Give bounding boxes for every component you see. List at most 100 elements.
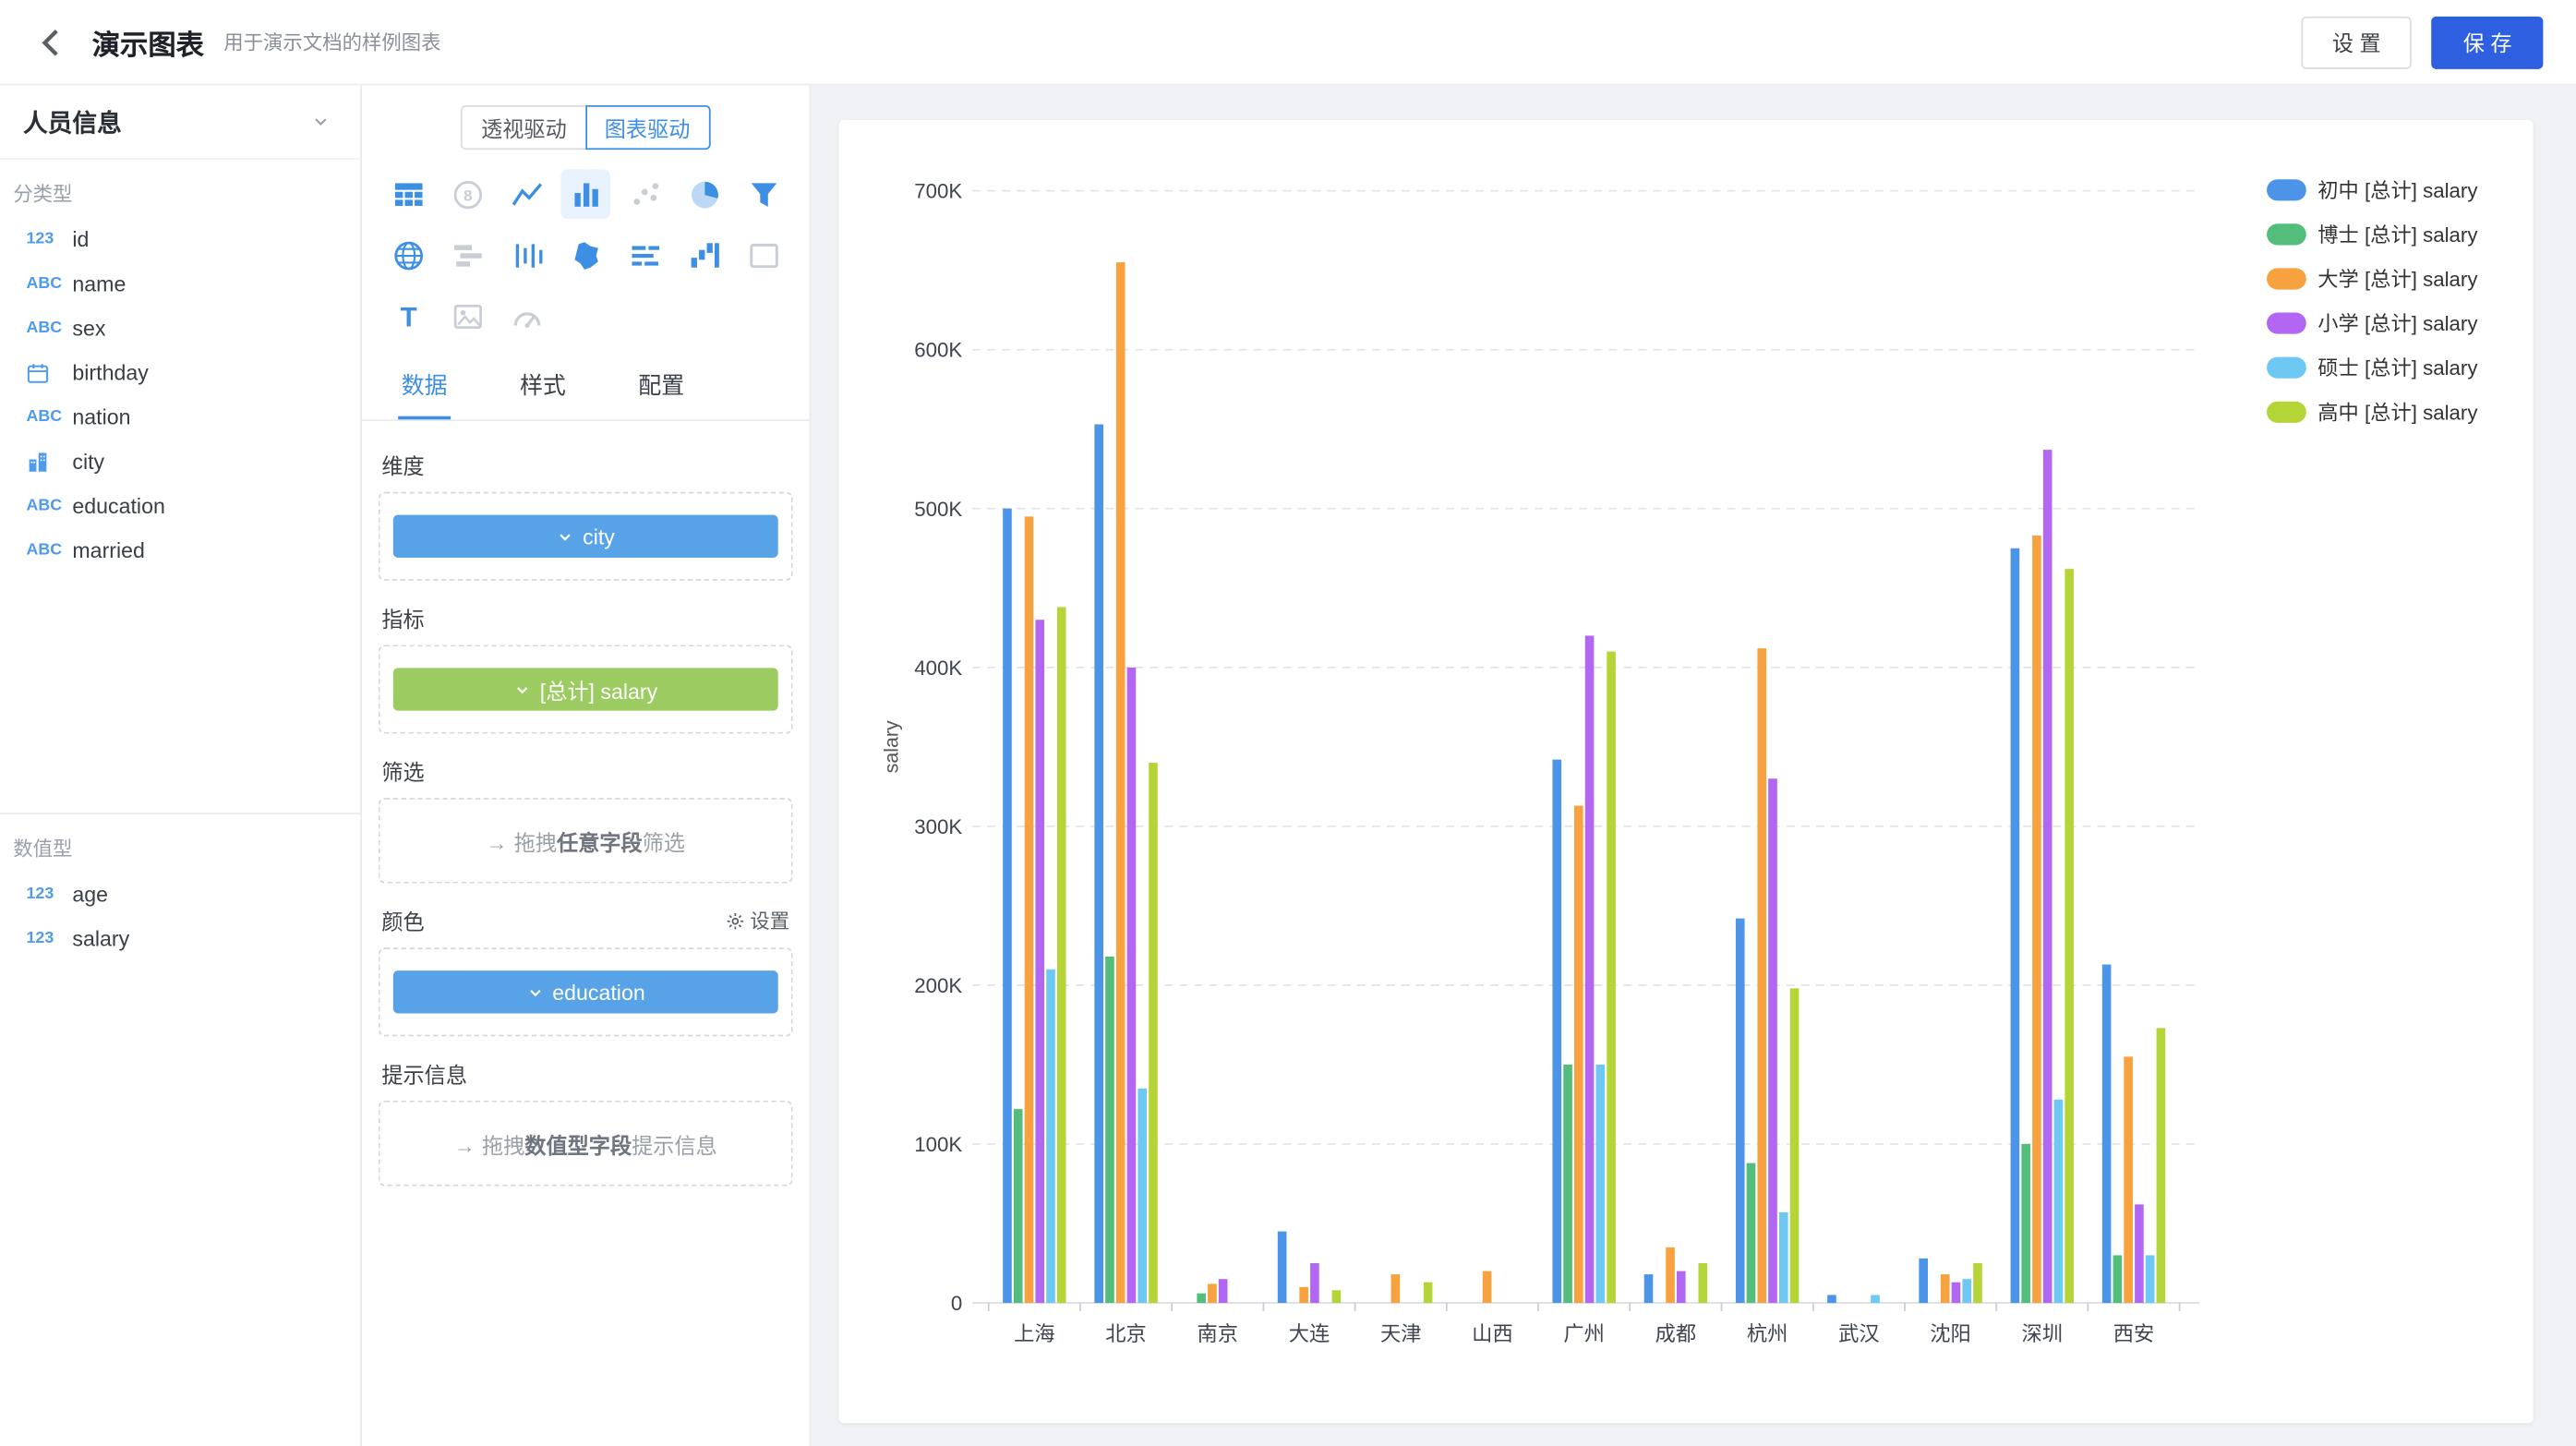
frame-chart-icon[interactable] [739, 230, 788, 279]
bar[interactable] [1127, 668, 1137, 1303]
bar[interactable] [2021, 1144, 2030, 1303]
field-item-id[interactable]: 123id [0, 217, 360, 261]
field-item-age[interactable]: 123age [0, 872, 360, 916]
bar[interactable] [1278, 1232, 1287, 1303]
image-chart-icon[interactable] [442, 291, 491, 340]
bar[interactable] [1105, 957, 1114, 1303]
tab-data[interactable]: 数据 [398, 354, 451, 419]
bar[interactable] [2135, 1204, 2144, 1303]
bar[interactable] [2146, 1255, 2155, 1303]
bar[interactable] [1116, 262, 1125, 1303]
legend-item[interactable]: 博士 [总计] salary [2267, 223, 2478, 247]
bar[interactable] [1607, 652, 1616, 1303]
bar[interactable] [1046, 970, 1055, 1303]
bar[interactable] [1299, 1287, 1308, 1303]
bar[interactable] [2032, 536, 2041, 1303]
bar[interactable] [1563, 1065, 1572, 1303]
bar-chart-icon[interactable] [561, 170, 610, 219]
metric-pill-salary[interactable]: [总计] salary [393, 668, 778, 710]
bar[interactable] [2102, 965, 2112, 1303]
parallel-chart-icon[interactable] [501, 230, 550, 279]
bar[interactable] [1747, 1163, 1756, 1303]
bar[interactable] [1552, 760, 1561, 1303]
legend-item[interactable]: 硕士 [总计] salary [2267, 356, 2478, 380]
legend-item[interactable]: 初中 [总计] salary [2267, 179, 2478, 202]
bar[interactable] [1962, 1279, 1971, 1303]
bar[interactable] [2043, 450, 2052, 1303]
legend-item[interactable]: 高中 [总计] salary [2267, 401, 2478, 424]
bar[interactable] [1025, 516, 1034, 1303]
settings-button[interactable]: 设 置 [2301, 16, 2412, 68]
dimension-dropzone[interactable]: city [379, 492, 793, 581]
bar[interactable] [1014, 1109, 1023, 1303]
table-chart-icon[interactable] [383, 170, 432, 219]
bar[interactable] [1779, 1212, 1788, 1303]
field-item-city[interactable]: city [0, 440, 360, 484]
metric-dropzone[interactable]: [总计] salary [379, 645, 793, 733]
bar[interactable] [1736, 919, 1745, 1303]
bar[interactable] [2157, 1028, 2166, 1303]
bar[interactable] [1310, 1263, 1319, 1303]
bar[interactable] [1952, 1283, 1961, 1303]
legend-item[interactable]: 小学 [总计] salary [2267, 312, 2478, 335]
scorecard-chart-icon[interactable]: 8 [442, 170, 491, 219]
bar[interactable] [1094, 425, 1103, 1303]
color-pill-education[interactable]: education [393, 970, 778, 1013]
bar[interactable] [1644, 1274, 1654, 1303]
bar[interactable] [1585, 635, 1595, 1303]
tab-pivot-driven[interactable]: 透视驱动 [462, 105, 586, 150]
color-dropzone[interactable]: education [379, 947, 793, 1036]
bar[interactable] [1666, 1247, 1675, 1303]
tab-setting[interactable]: 配置 [635, 354, 688, 419]
back-button[interactable] [33, 22, 73, 62]
wordcloud-chart-icon[interactable] [620, 230, 669, 279]
funnel-chart-icon[interactable] [739, 170, 788, 219]
field-item-married[interactable]: ABCmarried [0, 528, 360, 572]
bar[interactable] [1757, 648, 1766, 1303]
save-button[interactable]: 保 存 [2432, 16, 2543, 68]
gauge-chart-icon[interactable] [501, 291, 550, 340]
legend-item[interactable]: 大学 [总计] salary [2267, 268, 2478, 291]
bar[interactable] [1391, 1274, 1401, 1303]
bar[interactable] [1035, 620, 1044, 1303]
text-chart-icon[interactable]: T [383, 291, 432, 340]
line-chart-icon[interactable] [501, 170, 550, 219]
bar[interactable] [1197, 1294, 1206, 1303]
pie-chart-icon[interactable] [680, 170, 728, 219]
bar[interactable] [1919, 1259, 1928, 1303]
color-settings-button[interactable]: 设置 [726, 907, 790, 934]
gantt-chart-icon[interactable] [442, 230, 491, 279]
dataset-selector[interactable]: 人员信息 [0, 86, 360, 160]
field-item-birthday[interactable]: birthday [0, 350, 360, 394]
bar[interactable] [1698, 1263, 1707, 1303]
bar[interactable] [1871, 1295, 1880, 1303]
tooltip-dropzone[interactable]: →拖拽数值型字段提示信息 [379, 1101, 793, 1187]
field-item-sex[interactable]: ABCsex [0, 306, 360, 350]
bar[interactable] [1219, 1279, 1228, 1303]
tab-style[interactable]: 样式 [516, 354, 569, 419]
bar[interactable] [2064, 569, 2074, 1303]
scatter-chart-icon[interactable] [620, 170, 669, 219]
bar[interactable] [2054, 1100, 2064, 1303]
bar[interactable] [1332, 1290, 1342, 1303]
bar[interactable] [1057, 607, 1066, 1303]
filter-dropzone[interactable]: →拖拽任意字段筛选 [379, 798, 793, 884]
field-item-salary[interactable]: 123salary [0, 916, 360, 960]
bar[interactable] [2011, 548, 2020, 1303]
bar[interactable] [2113, 1255, 2123, 1303]
world-map-chart-icon[interactable] [383, 230, 432, 279]
waterfall-chart-icon[interactable] [680, 230, 728, 279]
bar[interactable] [1827, 1295, 1836, 1303]
bar[interactable] [1483, 1271, 1492, 1303]
china-map-chart-icon[interactable] [561, 230, 610, 279]
bar[interactable] [1768, 778, 1777, 1303]
bar[interactable] [1003, 509, 1012, 1303]
bar[interactable] [1208, 1283, 1217, 1303]
bar[interactable] [1138, 1089, 1147, 1303]
bar[interactable] [1941, 1274, 1950, 1303]
bar[interactable] [1973, 1263, 1982, 1303]
bar[interactable] [2124, 1056, 2133, 1303]
tab-chart-driven[interactable]: 图表驱动 [584, 105, 709, 150]
dimension-pill-city[interactable]: city [393, 515, 778, 558]
field-item-name[interactable]: ABCname [0, 261, 360, 306]
